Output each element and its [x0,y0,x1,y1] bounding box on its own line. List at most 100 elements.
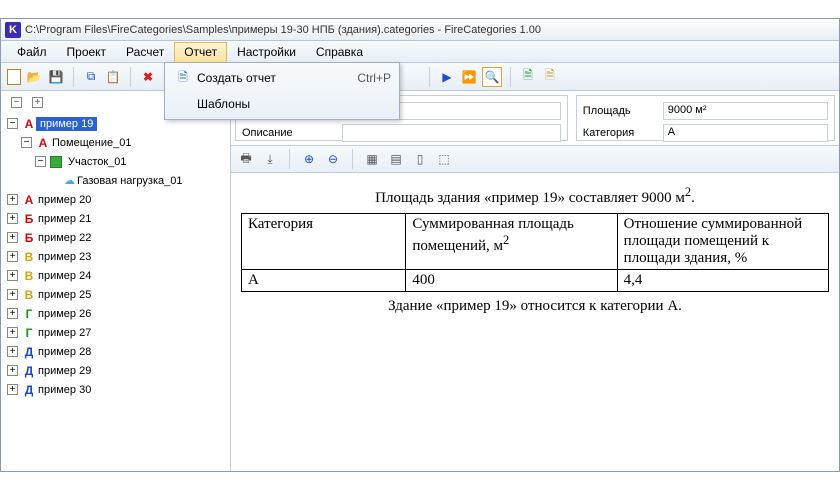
tree-panel: − + − А пример 19 − А Помещение_01 − Уча… [1,91,231,471]
tree-expander[interactable]: − [21,137,32,148]
menu-create-report[interactable]: 🗎 Создать отчет Ctrl+P [167,65,397,91]
tree-expander[interactable]: + [7,289,18,300]
tree-expander[interactable]: + [7,346,18,357]
tree-label: пример 26 [36,308,91,320]
th-ratio: Отношение суммированной площади помещени… [617,214,828,270]
category-letter: В [22,288,36,302]
paste-icon[interactable]: 📋 [104,68,122,86]
report-icon[interactable]: 🗎 [541,68,559,86]
td-area: 400 [406,270,617,292]
tree-label: пример 21 [36,213,91,225]
tree-label: пример 19 [36,117,97,131]
shortcut-label: Ctrl+P [357,71,391,85]
export-icon[interactable]: ⤓ [261,150,279,168]
zoom-icon[interactable]: 🔍 [482,67,502,87]
zoom-in-icon[interactable]: ⊕ [300,150,318,168]
fast-forward-icon[interactable]: ⏩ [460,68,478,86]
tree-expander[interactable]: − [7,118,18,129]
tree-item[interactable]: + Впример 25 [7,285,228,304]
document-icon: 🗎 [173,68,193,89]
open-icon[interactable]: 📂 [25,68,43,86]
tree-label: Газовая нагрузка_01 [75,175,183,187]
category-letter: Д [22,345,36,359]
doc-icon[interactable]: 🗎 [519,68,537,86]
category-field[interactable]: А [663,124,828,142]
zoom-out-icon[interactable]: ⊖ [324,150,342,168]
app-window: K C:\Program Files\FireCategories\Sample… [0,18,840,472]
tree-item[interactable]: + Дпример 30 [7,380,228,399]
category-letter: Б [22,231,36,245]
tree-item[interactable]: +Дпример 28 [7,342,228,361]
delete-icon[interactable]: ✖ [139,68,157,86]
tree-item[interactable]: +Впример 23 [7,247,228,266]
category-letter: А [36,136,50,150]
tree-item[interactable]: + Бпример 21 [7,209,228,228]
category-letter: В [22,250,36,264]
tree-item[interactable]: +Апример 20 [7,190,228,209]
category-letter: Г [22,326,36,340]
tree-item[interactable]: +Гпример 26 [7,304,228,323]
menu-file[interactable]: Файл [7,42,57,62]
tree-expander[interactable]: + [7,327,18,338]
tree-node-room[interactable]: − А Помещение_01 [7,133,228,152]
tree-expander[interactable]: + [7,213,18,224]
new-icon[interactable] [7,69,21,85]
tree-item[interactable]: + Дпример 29 [7,361,228,380]
desc-field[interactable] [342,124,561,142]
category-label: Категория [583,127,663,139]
collapse-all-icon[interactable]: − [11,97,22,108]
report-title: Площадь здания «пример 19» составляет 90… [241,185,829,207]
menu-calc[interactable]: Расчет [116,42,174,62]
copy-icon[interactable]: ⧉ [82,68,100,86]
tree-item[interactable]: +Впример 24 [7,266,228,285]
tree-node-section[interactable]: − Участок_01 [7,152,228,171]
tree-expander[interactable]: + [7,384,18,395]
menu-templates[interactable]: Шаблоны [167,91,397,117]
td-ratio: 4,4 [617,270,828,292]
menu-help[interactable]: Справка [306,42,373,62]
section-icon [50,156,62,168]
tree-label: пример 29 [36,365,91,377]
menu-item-label: Создать отчет [193,71,357,85]
save-icon[interactable]: 💾 [47,68,65,86]
view-3-icon[interactable]: ▯ [411,150,429,168]
preview-toolbar: 🖶 ⤓ ⊕ ⊖ ▦ ▤ ▯ ⬚ [231,145,839,173]
tree-label: пример 24 [36,270,91,282]
window-title: C:\Program Files\FireCategories\Samples\… [25,24,541,36]
expand-all-icon[interactable]: + [32,97,43,108]
tree-expander[interactable]: − [35,156,46,167]
category-letter: Д [22,364,36,378]
desc-label: Описание [242,127,342,139]
tree-expander[interactable]: + [7,232,18,243]
tree-expander[interactable]: + [7,270,18,281]
menu-item-label: Шаблоны [193,97,391,111]
tree-expander[interactable]: + [7,308,18,319]
view-4-icon[interactable]: ⬚ [435,150,453,168]
menu-project[interactable]: Проект [57,42,117,62]
tree-expander[interactable]: + [7,194,18,205]
view-1-icon[interactable]: ▦ [363,150,381,168]
td-category: А [242,270,406,292]
tree-node-load[interactable]: ☁ Газовая нагрузка_01 [7,171,228,190]
menu-settings[interactable]: Настройки [227,42,306,62]
tree-label: Участок_01 [66,156,127,168]
category-letter: Б [22,212,36,226]
area-field[interactable]: 9000 м² [663,102,828,120]
category-letter: Д [22,383,36,397]
tree-label: пример 25 [36,289,91,301]
tree-item[interactable]: +Гпример 27 [7,323,228,342]
menu-report[interactable]: Отчет [174,42,227,62]
app-icon: K [5,22,21,38]
tree-item[interactable]: +Бпример 22 [7,228,228,247]
tree-expander[interactable]: + [7,365,18,376]
tree-expander[interactable]: + [7,251,18,262]
view-2-icon[interactable]: ▤ [387,150,405,168]
menu-bar: Файл Проект Расчет Отчет Настройки Справ… [1,41,839,63]
play-icon[interactable]: ▶ [438,68,456,86]
tree-label: пример 30 [36,384,91,396]
print-icon[interactable]: 🖶 [237,150,255,168]
report-table: Категория Суммированная площадь помещени… [241,213,829,292]
th-area: Суммированная площадь помещений, м2 [406,214,617,270]
tree-label: пример 20 [36,194,91,206]
th-category: Категория [242,214,406,270]
